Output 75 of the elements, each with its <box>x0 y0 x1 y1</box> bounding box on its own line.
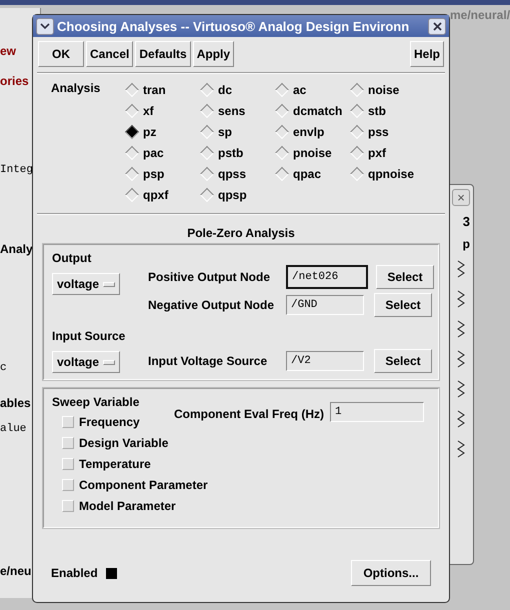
analysis-label: Analysis <box>51 81 102 97</box>
checkbox-option[interactable]: Temperature <box>62 456 151 472</box>
background-text: Analy <box>0 242 33 256</box>
help-button[interactable]: Help <box>410 41 444 67</box>
tab-label: 3 <box>462 214 470 229</box>
radio-option[interactable]: pac <box>125 144 200 161</box>
input-field[interactable]: /V2 <box>286 351 364 371</box>
radio-option[interactable]: ac <box>275 81 350 98</box>
radio-option[interactable]: pnoise <box>275 144 350 161</box>
dialog-button[interactable]: OK <box>38 41 84 67</box>
checkbox[interactable] <box>62 416 74 428</box>
type-dropdown[interactable]: voltage <box>52 273 120 295</box>
select-button[interactable]: Select <box>374 349 432 373</box>
close-button[interactable] <box>428 18 446 34</box>
field-label: Input Voltage Source <box>148 354 268 368</box>
window-title: me/neural/ <box>450 8 510 22</box>
radio-option[interactable]: stb <box>350 102 425 119</box>
radio-option[interactable]: envlp <box>275 123 350 140</box>
background-text: ew <box>0 44 16 58</box>
close-button[interactable]: × <box>452 189 470 206</box>
radio-option[interactable]: psp <box>125 165 200 182</box>
checkbox-option[interactable]: Component Parameter <box>62 477 208 493</box>
field-label: Positive Output Node <box>148 270 272 284</box>
group-label: Sweep Variable <box>52 395 140 409</box>
select-button[interactable]: Select <box>376 265 434 289</box>
background-text: ories <box>0 74 29 88</box>
radio-option[interactable]: sens <box>200 102 275 119</box>
background-text: p <box>462 237 470 251</box>
field-label: Component Eval Freq (Hz) <box>174 407 324 421</box>
radio-option[interactable]: pss <box>350 123 425 140</box>
radio-option[interactable]: dc <box>200 81 275 98</box>
background-text: c <box>0 362 7 374</box>
radio-option[interactable]: xf <box>125 102 200 119</box>
background-text: alue <box>0 423 26 435</box>
radio-option[interactable]: tran <box>125 81 200 98</box>
dialog-button[interactable]: Defaults <box>135 41 191 67</box>
checkbox-option[interactable]: Frequency <box>62 414 140 430</box>
radio-option[interactable]: pz <box>125 123 200 140</box>
enabled-indicator[interactable] <box>106 568 117 578</box>
dialog-button[interactable]: Cancel <box>86 41 134 67</box>
radio-option[interactable]: qpac <box>275 165 350 182</box>
window-title: Choosing Analyses -- Virtuoso® Analog Design Environn <box>57 18 410 34</box>
options-button[interactable]: Options... <box>351 560 431 586</box>
background-text: ables <box>0 396 31 410</box>
dialog-button[interactable]: Apply <box>192 41 234 67</box>
checkbox[interactable] <box>62 500 74 512</box>
radio-option[interactable]: qpsp <box>200 186 275 203</box>
radio-option[interactable]: noise <box>350 81 425 98</box>
checkbox[interactable] <box>62 458 74 470</box>
checkbox-option[interactable]: Model Parameter <box>62 498 176 514</box>
radio-option[interactable]: pxf <box>350 144 425 161</box>
input-field[interactable]: /net026 <box>286 265 368 289</box>
radio-option[interactable]: pstb <box>200 144 275 161</box>
group-label: Output <box>52 251 92 265</box>
enabled-label: Enabled <box>51 566 98 580</box>
menu-button[interactable] <box>36 18 54 34</box>
radio-option[interactable]: qpss <box>200 165 275 182</box>
checkbox[interactable] <box>62 479 74 491</box>
type-dropdown[interactable]: voltage <box>52 351 120 373</box>
radio-option[interactable]: sp <box>200 123 275 140</box>
input-field[interactable]: /GND <box>286 295 364 315</box>
close-icon <box>432 22 442 30</box>
checkbox[interactable] <box>62 437 74 449</box>
background-text: e/neu <box>0 564 32 578</box>
radio-option[interactable]: dcmatch <box>275 102 350 119</box>
input-field[interactable]: 1 <box>330 402 424 422</box>
radio-option[interactable]: qpnoise <box>350 165 425 182</box>
select-button[interactable]: Select <box>374 293 432 317</box>
radio-option[interactable]: qpxf <box>125 186 200 203</box>
group-label: Input Source <box>52 329 126 343</box>
section-title: Pole-Zero Analysis <box>186 226 296 240</box>
checkbox-option[interactable]: Design Variable <box>62 435 168 451</box>
background-text: Integ <box>0 164 34 176</box>
field-label: Negative Output Node <box>148 298 276 312</box>
chevron-icon <box>40 22 50 30</box>
